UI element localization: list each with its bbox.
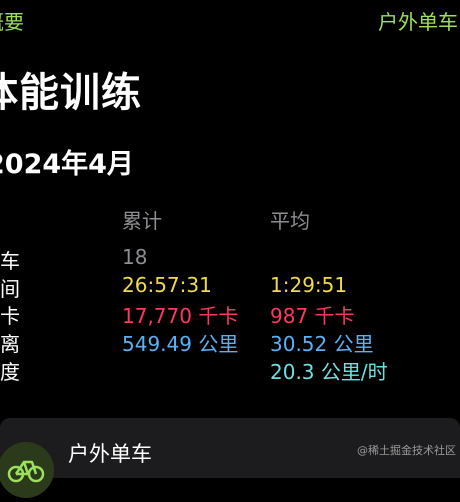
total-workouts: 18 [122,245,148,269]
back-button[interactable]: 概要 [0,6,24,35]
nav-title[interactable]: 户外单车 [378,6,458,35]
total-time: 26:57:31 [122,273,212,297]
average-distance: 30.52 公里 [270,332,374,356]
column-header-total: 累计 [122,209,162,233]
bike-icon [0,442,54,498]
average-time: 1:29:51 [270,273,348,297]
row-label-calories: 卡 [0,304,20,328]
row-label-speed: 度 [0,360,20,384]
card-title: 户外单车 [68,442,152,466]
watermark: @稀土掘金技术社区 [357,444,456,457]
column-header-average: 平均 [270,209,310,233]
row-label-time: 间 [0,277,20,301]
average-calories: 987 千卡 [270,304,355,328]
total-calories: 17,770 千卡 [122,304,239,328]
row-label-workouts: 车 [0,249,20,273]
total-distance: 549.49 公里 [122,332,239,356]
average-speed: 20.3 公里/时 [270,360,388,384]
page-title: 体能训练 [0,70,142,116]
row-label-distance: 离 [0,332,20,356]
month-subtitle: 2024年4月 [0,149,134,180]
back-label: 概要 [0,10,24,34]
